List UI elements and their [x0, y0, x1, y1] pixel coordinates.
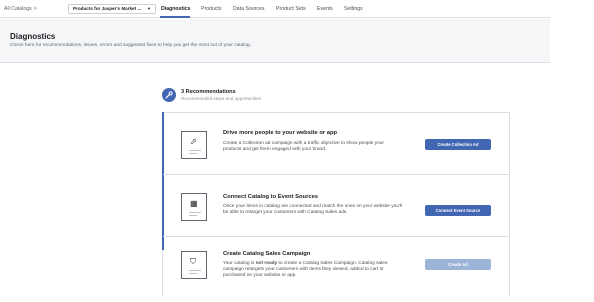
cursor-icon: ⬀: [181, 131, 207, 159]
catalog-manager: All Catalogs > Products for Jasper's Mark…: [0, 0, 550, 296]
shopping-bag-icon: ⛉: [181, 251, 207, 279]
page-margin: [550, 0, 594, 302]
thumb-line: [189, 215, 197, 216]
tab-products[interactable]: Products: [201, 6, 221, 12]
page-description: Check here for recommendations, issues, …: [10, 43, 252, 48]
tab-data-sources[interactable]: Data Sources: [233, 6, 264, 12]
recommendation-card-catalog-sales: ⛉ Create Catalog Sales Campaign Your cat…: [163, 237, 509, 297]
card-description-prefix: Your catalog is: [223, 261, 256, 266]
wrench-icon: [162, 88, 176, 102]
wrench-icon-glyph: [165, 91, 173, 99]
page-header: Diagnostics Check here for recommendatio…: [0, 19, 550, 63]
tab-events[interactable]: Events: [317, 6, 333, 12]
card-title: Connect Catalog to Event Sources: [223, 194, 319, 200]
not-ready-status: not ready: [255, 261, 278, 266]
tab-diagnostics[interactable]: Diagnostics: [161, 6, 190, 12]
create-ad-button[interactable]: Create Ad: [425, 259, 491, 270]
thumb-line: [189, 273, 197, 274]
catalog-selector[interactable]: Products for Jasper's Market ... ▼: [68, 4, 156, 14]
thumb-line: [189, 270, 201, 271]
breadcrumb[interactable]: All Catalogs >: [4, 6, 37, 12]
card-description: Create a Collection ad campaign with a t…: [223, 141, 384, 152]
recommendation-card-collection-ad: ⬀ Drive more people to your website or a…: [163, 113, 509, 175]
card-title: Create Catalog Sales Campaign: [223, 251, 311, 257]
catalog-selector-value: Products for Jasper's Market ...: [73, 6, 142, 11]
tab-product-sets[interactable]: Product Sets: [276, 6, 306, 12]
caret-down-icon: ▼: [147, 6, 151, 11]
page-title: Diagnostics: [10, 32, 56, 41]
recommendation-card-event-sources: ▦ Connect Catalog to Event Sources Once …: [163, 175, 509, 237]
thumb-line: [189, 153, 197, 154]
thumb-line: [189, 150, 201, 151]
active-tab-indicator: [160, 16, 190, 18]
card-description: Your catalog is not ready to create a Ca…: [223, 261, 403, 279]
chevron-right-icon: >: [33, 6, 37, 12]
cursor-icon-glyph: ⬀: [190, 137, 197, 146]
card-description: Once your items in catalog are connected…: [223, 204, 403, 215]
connect-event-source-button[interactable]: Connect Event Source: [425, 205, 491, 216]
calendar-icon-glyph: ▦: [190, 199, 198, 208]
top-navigation: All Catalogs > Products for Jasper's Mark…: [0, 0, 550, 18]
tab-settings[interactable]: Settings: [344, 6, 363, 12]
recommendations-title: 3 Recommendations: [181, 89, 236, 95]
shopping-bag-icon-glyph: ⛉: [190, 257, 196, 266]
recommendation-list: ⬀ Drive more people to your website or a…: [162, 112, 510, 296]
recommendations-subtitle: Recommended steps and opportunities: [181, 96, 261, 101]
thumb-line: [189, 212, 201, 213]
calendar-icon: ▦: [181, 193, 207, 221]
breadcrumb-all-catalogs[interactable]: All Catalogs: [4, 6, 32, 12]
card-title: Drive more people to your website or app: [223, 130, 338, 136]
create-collection-ad-button[interactable]: Create Collection Ad: [425, 139, 491, 150]
